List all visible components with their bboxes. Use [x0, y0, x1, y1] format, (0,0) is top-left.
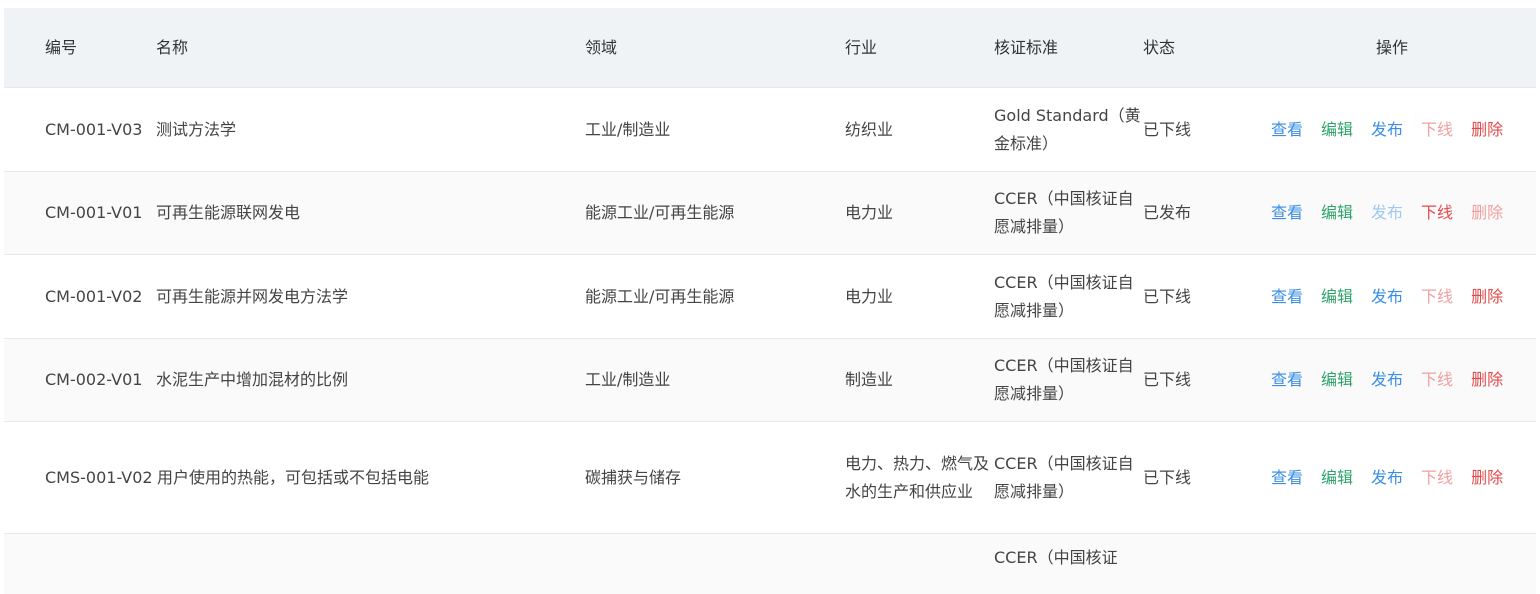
publish-link[interactable]: 发布	[1371, 283, 1403, 311]
cell-industry: 电力、热力、燃气及水的生产和供应业	[845, 453, 990, 501]
delete-link[interactable]: 删除	[1471, 283, 1503, 311]
cell-domain: 工业/制造业	[585, 119, 671, 139]
offline-link: 下线	[1421, 286, 1454, 306]
cell-code: CMS-001-V02	[45, 467, 153, 487]
cell-standard: CCER（中国核证自愿减排量）	[994, 356, 1134, 403]
offline-link: 下线	[1421, 370, 1454, 389]
header-standard: 核证标准	[994, 38, 1059, 57]
table-header: 编号 名称 领域 行业 核证标准 状态 操作	[4, 8, 1536, 88]
view-link[interactable]: 查看	[1271, 199, 1303, 227]
cell-code: CM-001-V02	[45, 286, 143, 306]
header-domain: 领域	[585, 38, 618, 57]
edit-link[interactable]: 编辑	[1321, 283, 1353, 311]
cell-actions: 查看 编辑 发布 下线 删除	[1271, 88, 1531, 171]
cell-code: CM-002-V01	[45, 370, 143, 389]
publish-link[interactable]: 发布	[1371, 464, 1403, 492]
cell-status: 已下线	[1143, 467, 1192, 487]
cell-actions: 查看 编辑 发布 下线 删除	[1271, 422, 1531, 533]
cell-name: 可再生能源联网发电	[156, 203, 301, 222]
cell-status: 已发布	[1143, 203, 1192, 222]
cell-code: CM-001-V01	[45, 203, 143, 222]
cell-standard: CCER（中国核证自愿减排量）	[994, 189, 1134, 236]
offline-link: 下线	[1421, 119, 1454, 139]
cell-status: 已下线	[1143, 286, 1192, 306]
cell-name: 水泥生产中增加混材的比例	[156, 370, 349, 389]
header-name: 名称	[156, 38, 189, 57]
cell-status: 已下线	[1143, 119, 1192, 139]
cell-standard: CCER（中国核证自愿减排量）	[994, 453, 1134, 501]
cell-domain: 碳捕获与储存	[585, 467, 682, 487]
table-row: CM-001-V02 可再生能源并网发电方法学 能源工业/可再生能源 电力业 C…	[4, 255, 1536, 339]
publish-link[interactable]: 发布	[1371, 366, 1403, 394]
cell-domain: 能源工业/可再生能源	[585, 203, 735, 222]
view-link[interactable]: 查看	[1271, 283, 1303, 311]
cell-name: 测试方法学	[156, 119, 237, 139]
cell-domain: 工业/制造业	[585, 370, 671, 389]
publish-link[interactable]: 发布	[1371, 116, 1403, 144]
cell-industry: 纺织业	[845, 119, 894, 139]
cell-actions: 查看 编辑 发布 下线 删除	[1271, 339, 1531, 421]
table-row: CM-002-V01 水泥生产中增加混材的比例 工业/制造业 制造业 CCER（…	[4, 339, 1536, 422]
view-link[interactable]: 查看	[1271, 116, 1303, 144]
delete-link: 删除	[1471, 203, 1504, 222]
cell-industry: 电力业	[845, 286, 894, 306]
cell-standard: CCER（中国核证	[994, 548, 1118, 567]
edit-link[interactable]: 编辑	[1321, 464, 1353, 492]
cell-status: 已下线	[1143, 370, 1192, 389]
cell-actions: 查看 编辑 发布 下线 删除	[1271, 172, 1531, 254]
delete-link[interactable]: 删除	[1471, 464, 1503, 492]
offline-link: 下线	[1421, 467, 1454, 487]
header-code: 编号	[45, 38, 78, 57]
cell-industry: 制造业	[845, 370, 894, 389]
header-status: 状态	[1143, 38, 1176, 57]
edit-link[interactable]: 编辑	[1321, 366, 1353, 394]
view-link[interactable]: 查看	[1271, 464, 1303, 492]
offline-link[interactable]: 下线	[1421, 199, 1453, 227]
cell-code: CM-001-V03	[45, 119, 143, 139]
view-link[interactable]: 查看	[1271, 366, 1303, 394]
delete-link[interactable]: 删除	[1471, 116, 1503, 144]
publish-link: 发布	[1371, 203, 1404, 222]
table-row: CM-001-V01 可再生能源联网发电 能源工业/可再生能源 电力业 CCER…	[4, 172, 1536, 255]
table-row: CCER（中国核证	[4, 534, 1536, 594]
cell-name: 可再生能源并网发电方法学	[156, 286, 349, 306]
cell-domain: 能源工业/可再生能源	[585, 286, 735, 306]
header-industry: 行业	[845, 38, 878, 57]
cell-standard: Gold Standard（黄金标准）	[994, 105, 1141, 153]
table-row: CM-001-V03 测试方法学 工业/制造业 纺织业 Gold Standar…	[4, 88, 1536, 172]
methodology-table: 编号 名称 领域 行业 核证标准 状态 操作 CM-001-V03 测试方法学 …	[4, 8, 1536, 594]
cell-standard: CCER（中国核证自愿减排量）	[994, 272, 1134, 320]
edit-link[interactable]: 编辑	[1321, 116, 1353, 144]
cell-actions: 查看 编辑 发布 下线 删除	[1271, 255, 1531, 338]
edit-link[interactable]: 编辑	[1321, 199, 1353, 227]
cell-name: 用户使用的热能，可包括或不包括电能	[157, 467, 430, 487]
header-actions: 操作	[1376, 38, 1409, 57]
table-row: CMS-001-V02 用户使用的热能，可包括或不包括电能 碳捕获与储存 电力、…	[4, 422, 1536, 534]
cell-industry: 电力业	[845, 203, 894, 222]
delete-link[interactable]: 删除	[1471, 366, 1503, 394]
